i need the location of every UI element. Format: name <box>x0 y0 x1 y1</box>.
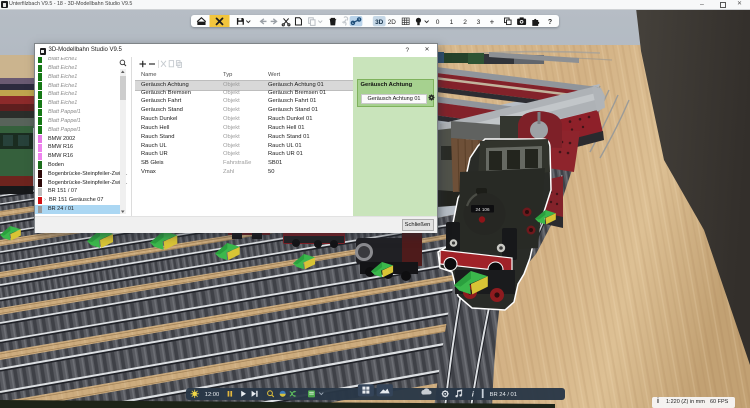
svg-text:BR 24 / 01: BR 24 / 01 <box>490 392 517 398</box>
svg-text:24 106: 24 106 <box>475 207 489 212</box>
svg-text:2D: 2D <box>388 19 397 26</box>
svg-text:?: ? <box>548 19 552 26</box>
svg-text:i: i <box>472 389 475 398</box>
svg-text:2: 2 <box>463 19 467 26</box>
svg-text:3D: 3D <box>375 19 384 26</box>
svg-text:+: + <box>490 17 495 26</box>
svg-text:1: 1 <box>450 19 454 26</box>
svg-text:3: 3 <box>477 19 481 26</box>
svg-text:0: 0 <box>436 19 440 26</box>
svg-text:12:00: 12:00 <box>205 392 220 398</box>
